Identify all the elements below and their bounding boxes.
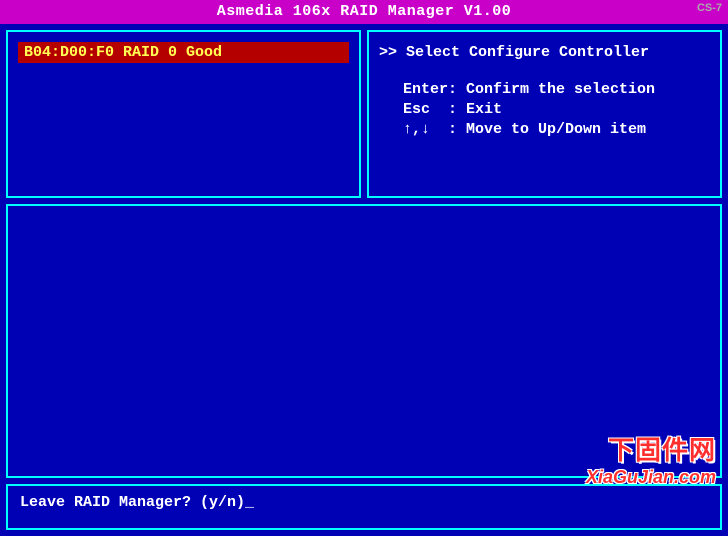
prompt-panel: Leave RAID Manager? (y/n)_	[6, 484, 722, 530]
content-panel	[6, 204, 722, 478]
exit-prompt[interactable]: Leave RAID Manager? (y/n)_	[20, 494, 254, 511]
cursor-icon: _	[245, 494, 254, 511]
help-arrows: ↑,↓ : Move to Up/Down item	[379, 121, 710, 138]
help-esc: Esc : Exit	[379, 101, 710, 118]
top-section: B04:D00:F0 RAID 0 Good >> Select Configu…	[0, 24, 728, 204]
help-title: >> Select Configure Controller	[379, 44, 710, 61]
bios-screen: Asmedia 106x RAID Manager V1.00 B04:D00:…	[0, 0, 728, 536]
controller-list-panel: B04:D00:F0 RAID 0 Good	[6, 30, 361, 198]
title-bar: Asmedia 106x RAID Manager V1.00	[0, 0, 728, 24]
monitor-bezel-label: CS-7	[697, 2, 722, 14]
help-panel: >> Select Configure Controller Enter: Co…	[367, 30, 722, 198]
raid-controller-item[interactable]: B04:D00:F0 RAID 0 Good	[18, 42, 349, 63]
main-container: B04:D00:F0 RAID 0 Good >> Select Configu…	[0, 24, 728, 536]
prompt-text: Leave RAID Manager? (y/n)	[20, 494, 245, 511]
help-enter: Enter: Confirm the selection	[379, 81, 710, 98]
app-title: Asmedia 106x RAID Manager V1.00	[217, 3, 512, 20]
